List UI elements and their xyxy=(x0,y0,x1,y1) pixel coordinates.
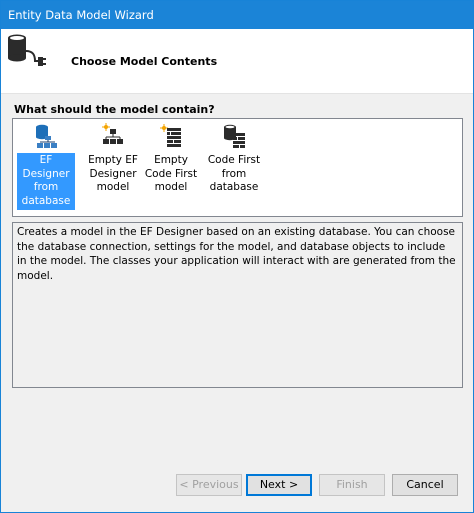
empty-ef-designer-icon xyxy=(102,123,123,144)
empty-code-first-icon xyxy=(160,124,181,147)
window-title: Entity Data Model Wizard xyxy=(8,8,154,22)
option-label: EF Designer from database xyxy=(17,153,75,210)
cancel-button[interactable]: Cancel xyxy=(392,474,458,496)
page-title: Choose Model Contents xyxy=(71,55,218,68)
option-label: Empty EF Designer model xyxy=(88,154,138,193)
option-empty-code-first-model[interactable]: Empty Code First model xyxy=(142,123,200,197)
finish-button[interactable]: Finish xyxy=(319,474,385,496)
previous-button[interactable]: < Previous xyxy=(176,474,242,496)
next-button[interactable]: Next > xyxy=(246,474,312,496)
ef-designer-db-icon xyxy=(36,124,57,148)
option-description-box: Creates a model in the EF Designer based… xyxy=(12,222,463,388)
option-label: Code First from database xyxy=(207,154,261,193)
option-ef-designer-from-database[interactable]: EF Designer from database xyxy=(17,123,75,210)
model-contents-question: What should the model contain? xyxy=(14,103,215,116)
code-first-db-icon xyxy=(224,124,245,148)
database-plug-icon xyxy=(8,34,46,66)
option-label: Empty Code First model xyxy=(144,154,198,193)
model-options-list: EF Designer from database Empty EF Desig… xyxy=(12,118,463,217)
option-description: Creates a model in the EF Designer based… xyxy=(17,226,456,282)
wizard-header: Choose Model Contents xyxy=(1,29,473,94)
title-bar[interactable]: Entity Data Model Wizard xyxy=(1,1,473,29)
wizard-window: Entity Data Model Wizard Choose Model Co… xyxy=(0,0,474,513)
option-empty-ef-designer-model[interactable]: Empty EF Designer model xyxy=(84,123,142,197)
option-code-first-from-database[interactable]: Code First from database xyxy=(205,123,263,197)
